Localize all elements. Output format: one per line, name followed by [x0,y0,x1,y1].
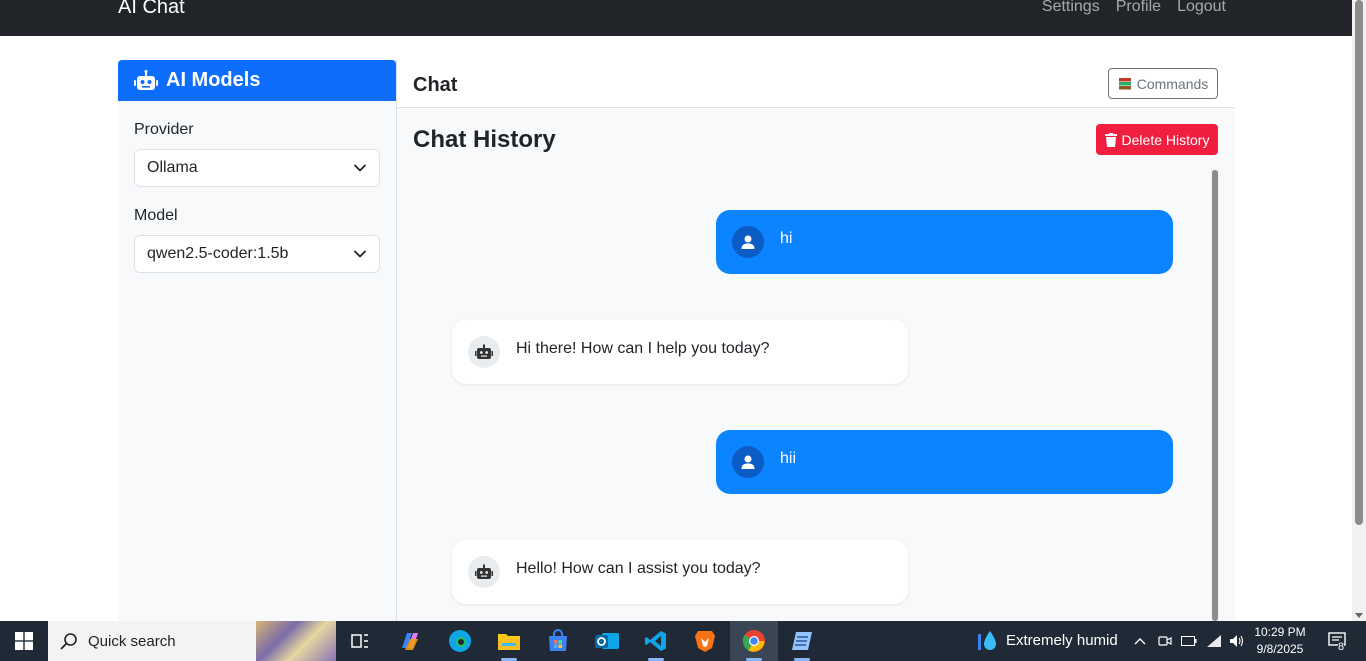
model-select[interactable]: qwen2.5-coder:1.5b [134,235,380,273]
edge-icon[interactable] [440,621,480,661]
store-icon[interactable] [538,621,578,661]
clock-time: 10:29 PM [1254,625,1306,639]
delete-history-button[interactable]: Delete History [1096,124,1218,155]
vscode-icon[interactable] [636,621,676,661]
chat-history-title: Chat History [413,126,556,153]
provider-label: Provider [134,121,194,138]
chat-header: Chat Commands [397,60,1235,108]
robot-icon [134,69,158,90]
chat-scrollbar-thumb[interactable] [1212,170,1218,621]
file-explorer-icon[interactable] [489,621,529,661]
user-avatar-icon [732,226,764,258]
copilot-icon[interactable] [390,621,430,661]
search-label: Quick search [88,632,176,650]
search-icon [60,633,77,650]
nav-links: Settings Profile Logout [1042,0,1226,16]
page-scrollbar[interactable] [1352,0,1366,621]
windows-start-icon[interactable] [0,621,48,661]
chat-title: Chat [413,74,458,96]
search-highlight-image [256,621,336,661]
commands-button[interactable]: Commands [1108,68,1218,99]
windows-taskbar: Quick search Extremely humid 10:29 PM 9/… [0,621,1366,661]
volume-icon[interactable] [1227,621,1247,661]
top-navbar: AI Chat Settings Profile Logout [0,0,1352,36]
chevron-down-icon [354,250,366,258]
notification-badge: 8 [1338,641,1345,653]
page-scrollbar-thumb[interactable] [1355,0,1363,525]
model-label: Model [134,207,178,224]
taskbar-clock[interactable]: 10:29 PM 9/8/2025 [1250,624,1310,658]
app-brand[interactable]: AI Chat [118,0,185,19]
meet-now-icon[interactable] [1156,621,1174,661]
task-view-icon[interactable] [340,621,380,661]
chat-scrollbar[interactable] [1211,170,1219,621]
brave-icon[interactable] [685,621,725,661]
ai-models-sidebar: AI Models Provider Ollama Model qwen2.5-… [118,60,397,621]
trash-icon [1104,132,1117,147]
message-text: hi [780,230,793,247]
wifi-icon[interactable] [1205,621,1223,661]
sidebar-header: AI Models [118,60,396,101]
chat-history-area: Chat History Delete History hi Hi there!… [397,108,1235,621]
robot-avatar-icon [468,556,500,588]
message-text: Hello! How can I assist you today? [516,560,761,577]
user-message: hi [716,210,1173,274]
model-value: qwen2.5-coder:1.5b [147,245,289,262]
delete-history-label: Delete History [1121,131,1210,148]
chat-panel: Chat Commands Chat History Delete Histor… [397,60,1235,621]
notification-center-icon[interactable]: 8 [1318,621,1358,661]
provider-value: Ollama [147,159,198,176]
sidebar-title: AI Models [166,69,261,91]
outlook-icon[interactable] [587,621,627,661]
user-message: hii [716,430,1173,494]
weather-text[interactable]: Extremely humid [1006,632,1118,649]
notepad-icon[interactable] [782,621,822,661]
battery-icon[interactable] [1180,621,1198,661]
provider-select[interactable]: Ollama [134,149,380,187]
bot-message: Hi there! How can I help you today? [452,320,908,384]
robot-avatar-icon [468,336,500,368]
nav-settings-link[interactable]: Settings [1042,0,1100,16]
chevron-up-icon[interactable] [1130,621,1150,661]
user-avatar-icon [732,446,764,478]
message-text: hii [780,450,797,467]
bot-message: Hello! How can I assist you today? [452,540,908,604]
chrome-icon[interactable] [730,621,778,661]
taskbar-search[interactable]: Quick search [48,621,336,661]
message-text: Hi there! How can I help you today? [516,340,770,357]
scroll-down-arrow-icon[interactable] [1355,613,1363,618]
clock-date: 9/8/2025 [1256,642,1304,656]
nav-profile-link[interactable]: Profile [1116,0,1161,16]
commands-label: Commands [1136,75,1209,92]
chevron-down-icon [354,164,366,172]
nav-logout-link[interactable]: Logout [1177,0,1226,16]
weather-droplet-icon[interactable] [972,621,1002,661]
books-icon [1118,77,1131,89]
